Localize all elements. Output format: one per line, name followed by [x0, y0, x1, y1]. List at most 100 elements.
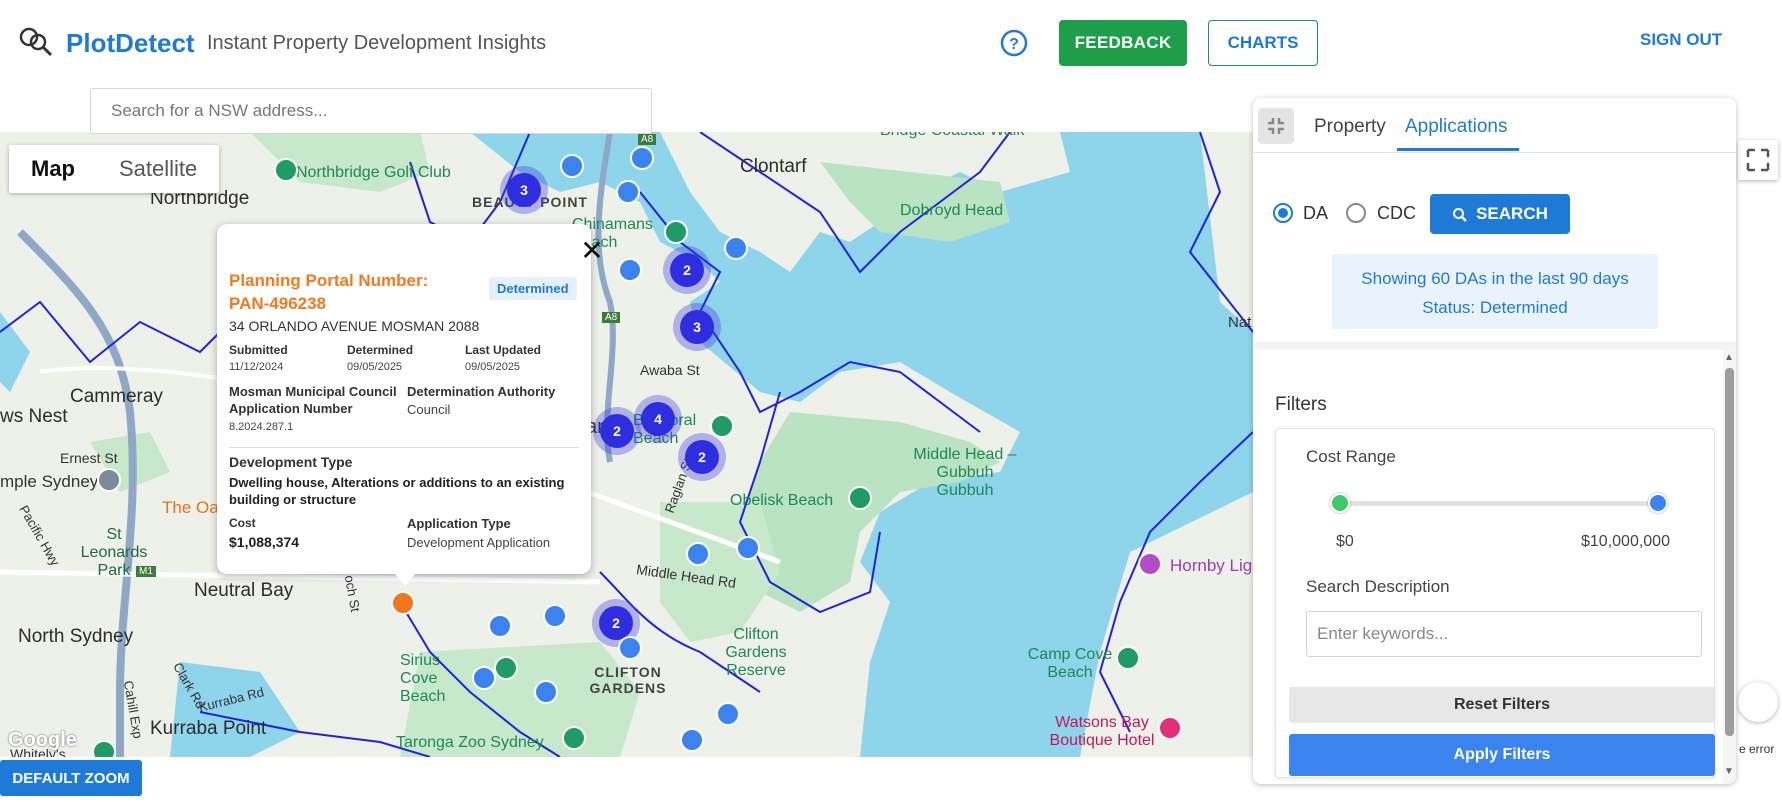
dev-type-label: Development Type — [229, 454, 353, 470]
application-marker[interactable] — [618, 258, 642, 282]
beach-icon[interactable] — [1116, 646, 1140, 670]
application-marker[interactable] — [534, 680, 558, 704]
popup-title: Planning Portal Number: PAN-496238 — [229, 271, 429, 313]
help-icon[interactable]: ? — [999, 28, 1029, 58]
road-shield-a8: A8 — [638, 134, 657, 145]
authority-value: Council — [407, 402, 451, 417]
slider-max-handle[interactable] — [1648, 493, 1668, 513]
reset-filters-button[interactable]: Reset Filters — [1289, 687, 1715, 723]
map-label-watsons-bay: Watsons Bay Boutique Hotel — [1049, 714, 1155, 749]
application-marker[interactable] — [716, 702, 740, 726]
map-label-taronga-zoo: Taronga Zoo Sydney — [396, 734, 544, 751]
map-label-middle-head: Middle Head – Gubbuh Gubbuh — [913, 446, 1017, 499]
brand-name[interactable]: PlotDetect — [66, 28, 195, 59]
sign-out-button[interactable]: SIGN OUT — [1640, 30, 1722, 50]
scroll-thumb[interactable] — [1725, 368, 1734, 736]
map-type-satellite[interactable]: Satellite — [97, 145, 219, 193]
results-summary: Showing 60 DAs in the last 90 days Statu… — [1332, 254, 1658, 329]
hotel-icon[interactable] — [1158, 716, 1182, 740]
map-error-link[interactable]: e error — [1739, 742, 1774, 756]
google-logo: Google — [8, 729, 77, 751]
zoo-icon[interactable] — [562, 726, 586, 750]
search-button-label: SEARCH — [1476, 204, 1548, 223]
cdc-radio[interactable] — [1346, 203, 1366, 223]
application-marker[interactable] — [680, 728, 704, 752]
feedback-button[interactable]: FEEDBACK — [1059, 20, 1187, 66]
application-marker[interactable] — [560, 154, 584, 178]
determined-label: Determined — [347, 343, 414, 357]
panel-scrollbar[interactable]: ▲ ▼ — [1723, 346, 1736, 784]
map-cluster-marker[interactable]: 2 — [685, 440, 719, 474]
cost-value: $1,088,374 — [229, 534, 300, 550]
search-description-label: Search Description — [1306, 577, 1450, 596]
map-cluster-marker[interactable]: 2 — [600, 414, 634, 448]
address-search-input[interactable] — [90, 88, 652, 134]
da-radio[interactable] — [1273, 203, 1293, 223]
tab-applications[interactable]: Applications — [1405, 116, 1507, 138]
application-marker[interactable] — [488, 614, 512, 638]
map-label-clifton-gardens: CLIFTON GARDENS — [589, 664, 667, 696]
popup-address: 34 ORLANDO AVENUE MOSMAN 2088 — [229, 318, 480, 334]
map-cluster-marker[interactable]: 4 — [641, 402, 675, 436]
golf-icon[interactable] — [274, 158, 298, 182]
map-label-bridge-coastal-walk: Bridge Coastal Walk — [880, 132, 1024, 140]
application-marker[interactable] — [616, 180, 640, 204]
search-button[interactable]: SEARCH — [1430, 194, 1570, 234]
map-canvas[interactable]: Northbridge Golf Club Northbridge BEAUTY… — [0, 132, 1253, 757]
collapse-icon[interactable] — [1258, 108, 1294, 144]
map-label-sirius-cove: Sirius Cove Beach — [400, 652, 446, 705]
beach-icon[interactable] — [848, 486, 872, 510]
search-icon — [1453, 207, 1467, 222]
map-label-ernest-st: Ernest St — [60, 450, 118, 466]
apply-filters-button[interactable]: Apply Filters — [1289, 734, 1715, 776]
active-tab-indicator — [1397, 148, 1519, 151]
close-icon[interactable]: ✕ — [579, 237, 605, 265]
map-cluster-marker[interactable]: 2 — [670, 253, 704, 287]
map-label-cammeray: Cammeray — [70, 386, 163, 407]
cost-range-slider[interactable] — [1340, 501, 1658, 506]
submitted-value: 11/12/2024 — [229, 361, 284, 373]
default-zoom-button[interactable]: DEFAULT ZOOM — [0, 760, 142, 796]
application-marker[interactable] — [618, 636, 642, 660]
fullscreen-icon[interactable] — [1738, 140, 1778, 180]
application-marker[interactable] — [630, 146, 654, 170]
application-marker[interactable] — [543, 604, 567, 628]
map-label-clifton-gardens-reserve: Clifton Gardens Reserve — [725, 626, 787, 679]
keywords-input[interactable] — [1306, 611, 1702, 657]
road-shield-a8-2: A8 — [602, 312, 621, 323]
map-cluster-marker[interactable]: 3 — [507, 173, 541, 207]
status-badge: Determined — [489, 277, 577, 300]
application-marker[interactable] — [472, 666, 496, 690]
last-updated-value: 09/05/2025 — [465, 361, 521, 373]
cost-label: Cost — [229, 516, 256, 530]
park-icon[interactable] — [92, 740, 116, 757]
map-cluster-marker[interactable]: 3 — [680, 310, 714, 344]
application-marker[interactable] — [686, 542, 710, 566]
app-number-value: 8.2024.287.1 — [229, 421, 294, 433]
tab-property[interactable]: Property — [1314, 116, 1386, 138]
application-marker[interactable] — [724, 236, 748, 260]
map-label-north-sydney: North Sydney — [18, 626, 134, 647]
map-control-icon[interactable] — [1738, 682, 1778, 722]
selected-application-marker[interactable] — [391, 591, 415, 615]
scroll-down-icon[interactable]: ▼ — [1724, 766, 1734, 777]
map-label-obelisk-beach: Obelisk Beach — [730, 492, 834, 509]
scroll-up-icon[interactable]: ▲ — [1724, 352, 1734, 363]
da-radio-label: DA — [1303, 203, 1329, 223]
filter-card: Cost Range $0 $10,000,000 Search Descrip… — [1275, 428, 1715, 778]
map-label-crows-nest: ws Nest — [0, 406, 68, 427]
beach-icon[interactable] — [664, 220, 688, 244]
results-status: Status: Determined — [1422, 298, 1568, 317]
camera-icon[interactable] — [1138, 552, 1162, 576]
map-type-map[interactable]: Map — [9, 145, 97, 193]
dev-type-value: Dwelling house, Alterations or additions… — [229, 475, 565, 507]
svg-text:?: ? — [1009, 36, 1019, 53]
beach-icon[interactable] — [710, 414, 734, 438]
map-cluster-marker[interactable]: 2 — [599, 606, 633, 640]
beach-icon[interactable] — [494, 656, 518, 680]
application-marker[interactable] — [736, 536, 760, 560]
magnifier-logo-icon — [18, 26, 54, 60]
charts-button[interactable]: CHARTS — [1208, 20, 1318, 66]
slider-min-handle[interactable] — [1330, 493, 1350, 513]
temple-icon[interactable] — [97, 468, 121, 492]
